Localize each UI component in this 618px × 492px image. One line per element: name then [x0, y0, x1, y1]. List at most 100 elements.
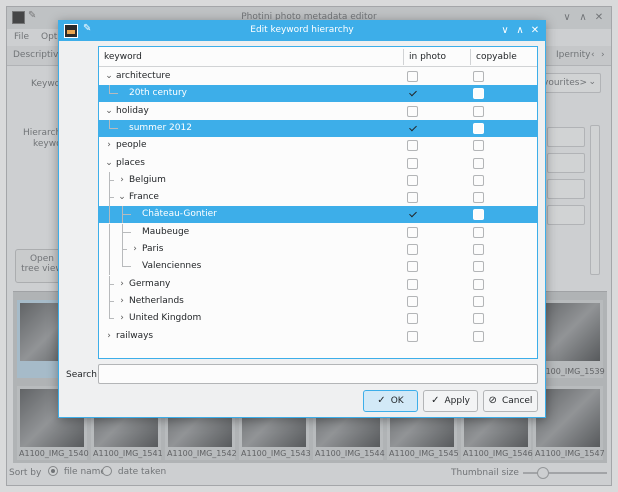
chevron-down-icon[interactable]: ⌄	[104, 157, 114, 169]
in-photo-checkbox[interactable]	[407, 157, 418, 169]
keyword-tree[interactable]: keyword in photo copyable ⌄ architecture 2…	[98, 46, 538, 359]
tree-row[interactable]: ⌄ holiday	[99, 103, 537, 120]
check-icon: ✓	[377, 395, 386, 406]
tree-row[interactable]: › Paris	[99, 241, 537, 258]
in-photo-checkbox[interactable]	[407, 88, 418, 99]
chevron-right-icon[interactable]: ›	[117, 278, 127, 290]
copyable-checkbox[interactable]	[473, 295, 484, 307]
tree-guide	[122, 258, 123, 268]
copyable-checkbox[interactable]	[473, 105, 484, 117]
column-header-in-photo[interactable]: in photo	[404, 47, 470, 67]
column-header-copyable[interactable]: copyable	[471, 47, 537, 67]
tree-guide	[109, 189, 110, 207]
chevron-down-icon[interactable]: ⌄	[117, 191, 127, 203]
tree-guide	[109, 85, 110, 95]
in-photo-checkbox[interactable]	[407, 192, 418, 204]
tree-row[interactable]: summer 2012	[99, 119, 537, 137]
search-input[interactable]	[98, 364, 538, 384]
in-photo-checkbox[interactable]	[407, 244, 418, 255]
tree-row[interactable]: › United Kingdom	[99, 310, 537, 327]
in-photo-checkbox[interactable]	[407, 209, 418, 220]
tree-row[interactable]: Maubeuge	[99, 223, 537, 241]
tree-row[interactable]: ⌄ places	[99, 155, 537, 172]
tree-row-label: France	[129, 192, 159, 203]
in-photo-checkbox[interactable]	[407, 71, 418, 82]
copyable-checkbox[interactable]	[473, 313, 484, 325]
copyable-checkbox[interactable]	[473, 88, 484, 100]
close-icon[interactable]: ✕	[528, 24, 542, 38]
tree-guide	[109, 206, 110, 224]
copyable-checkbox[interactable]	[473, 157, 484, 169]
chevron-right-icon[interactable]: ›	[130, 243, 140, 255]
tree-row-label: Château-Gontier	[142, 209, 217, 220]
tree-row[interactable]: ⌄ France	[99, 189, 537, 207]
cancel-icon: ⊘	[488, 395, 497, 406]
check-icon: ✓	[431, 395, 440, 406]
in-photo-checkbox[interactable]	[407, 261, 418, 273]
tree-guide	[109, 171, 110, 189]
copyable-checkbox[interactable]	[473, 226, 484, 238]
chevron-right-icon[interactable]: ›	[117, 312, 127, 324]
copyable-checkbox[interactable]	[473, 71, 484, 82]
tree-row[interactable]: › railways	[99, 328, 537, 345]
apply-button[interactable]: ✓ Apply	[423, 390, 478, 412]
copyable-checkbox[interactable]	[473, 244, 484, 255]
tree-guide	[109, 310, 110, 320]
tree-row[interactable]: 20th century	[99, 85, 537, 103]
copyable-checkbox[interactable]	[473, 140, 484, 152]
cancel-button[interactable]: ⊘ Cancel	[483, 390, 538, 412]
tree-row-label: Netherlands	[129, 295, 184, 306]
search-label: Search	[66, 370, 97, 380]
tree-row-label: holiday	[116, 105, 149, 116]
in-photo-checkbox[interactable]	[407, 174, 418, 186]
chevron-right-icon[interactable]: ›	[104, 330, 114, 342]
tree-row[interactable]: Château-Gontier	[99, 206, 537, 224]
tree-row[interactable]: › people	[99, 137, 537, 154]
tree-row[interactable]: › Germany	[99, 275, 537, 293]
in-photo-checkbox[interactable]	[407, 278, 418, 290]
tree-guide	[122, 266, 131, 268]
chevron-right-icon[interactable]: ›	[117, 174, 127, 186]
tree-row-label: Germany	[129, 278, 171, 289]
chevron-down-icon[interactable]: ⌄	[104, 70, 114, 82]
tree-row[interactable]: › Belgium	[99, 171, 537, 189]
chevron-down-icon[interactable]: ⌄	[104, 105, 114, 117]
copyable-checkbox[interactable]	[473, 261, 484, 273]
in-photo-checkbox[interactable]	[407, 295, 418, 307]
copyable-checkbox[interactable]	[473, 174, 484, 186]
chevron-right-icon[interactable]: ›	[104, 139, 114, 151]
tree-guide	[109, 127, 118, 129]
in-photo-checkbox[interactable]	[407, 330, 418, 342]
tree-row-label: 20th century	[129, 88, 187, 99]
tree-guide	[122, 231, 131, 233]
in-photo-checkbox[interactable]	[407, 226, 418, 238]
tree-row-label: Maubeuge	[142, 226, 190, 237]
tree-guide	[109, 292, 110, 310]
tree-header: keyword in photo copyable	[99, 47, 537, 67]
tree-row[interactable]: › Netherlands	[99, 292, 537, 310]
ok-button[interactable]: ✓ OK	[363, 390, 418, 412]
tree-row-label: United Kingdom	[129, 313, 202, 324]
tree-guide	[109, 119, 110, 129]
tree-row-label: people	[116, 140, 147, 151]
tree-row[interactable]: ⌄ architecture	[99, 68, 537, 85]
chevron-right-icon[interactable]: ›	[117, 295, 127, 307]
tree-row-label: railways	[116, 330, 154, 341]
copyable-checkbox[interactable]	[473, 330, 484, 342]
in-photo-checkbox[interactable]	[407, 105, 418, 117]
in-photo-checkbox[interactable]	[407, 123, 418, 134]
copyable-checkbox[interactable]	[473, 209, 484, 221]
in-photo-checkbox[interactable]	[407, 140, 418, 152]
tree-guide	[109, 223, 110, 241]
copyable-checkbox[interactable]	[473, 192, 484, 204]
maximize-icon[interactable]: ∧	[513, 24, 527, 38]
in-photo-checkbox[interactable]	[407, 313, 418, 325]
tree-guide	[109, 241, 110, 258]
copyable-checkbox[interactable]	[473, 278, 484, 290]
column-header-keyword[interactable]: keyword	[99, 47, 403, 67]
tree-row-label: Paris	[142, 244, 164, 254]
minimize-icon[interactable]: ∨	[498, 24, 512, 38]
tree-row-label: Belgium	[129, 174, 166, 185]
tree-row[interactable]: Valenciennes	[99, 258, 537, 276]
copyable-checkbox[interactable]	[473, 122, 484, 134]
